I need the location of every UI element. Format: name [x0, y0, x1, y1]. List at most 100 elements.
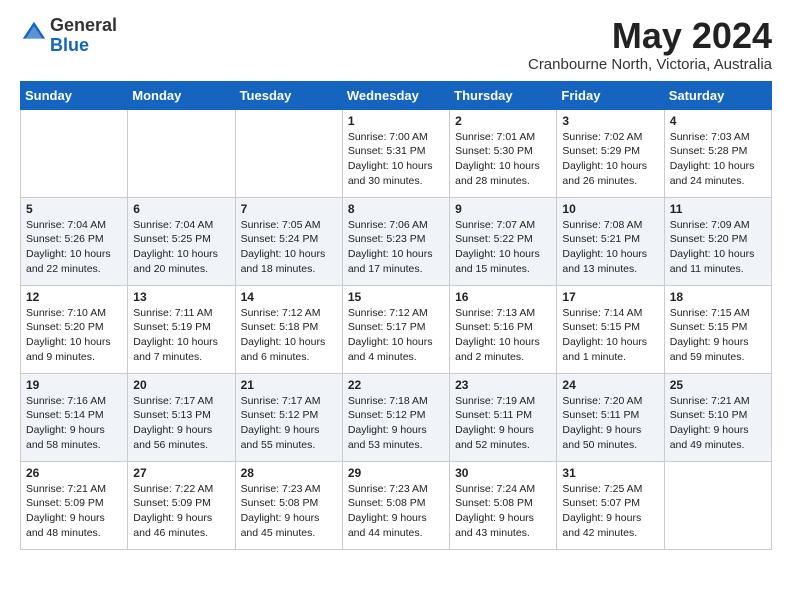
- day-number: 24: [562, 378, 658, 392]
- calendar-cell: 22 Sunrise: 7:18 AMSunset: 5:12 PMDayligh…: [342, 373, 449, 461]
- day-number: 2: [455, 114, 551, 128]
- day-info: Sunrise: 7:12 AMSunset: 5:18 PMDaylight:…: [241, 306, 337, 365]
- weekday-header-wednesday: Wednesday: [342, 81, 449, 109]
- day-info: Sunrise: 7:03 AMSunset: 5:28 PMDaylight:…: [670, 130, 766, 189]
- logo-text: General Blue: [50, 16, 117, 56]
- calendar-cell: 19Sunrise: 7:16 AMSunset: 5:14 PMDayligh…: [21, 373, 128, 461]
- day-number: 4: [670, 114, 766, 128]
- day-number: 9: [455, 202, 551, 216]
- day-info: Sunrise: 7:09 AMSunset: 5:20 PMDaylight:…: [670, 218, 766, 277]
- calendar-cell: 31 Sunrise: 7:25 AMSunset: 5:07 PMDayligh…: [557, 461, 664, 549]
- week-row-1: 1 Sunrise: 7:00 AMSunset: 5:31 PMDaylight…: [21, 109, 772, 197]
- calendar-cell: [664, 461, 771, 549]
- day-number: 10: [562, 202, 658, 216]
- calendar-cell: 8Sunrise: 7:06 AMSunset: 5:23 PMDaylight…: [342, 197, 449, 285]
- day-number: 12: [26, 290, 122, 304]
- calendar-cell: 23 Sunrise: 7:19 AMSunset: 5:11 PMDayligh…: [450, 373, 557, 461]
- calendar-cell: 14 Sunrise: 7:12 AMSunset: 5:18 PMDayligh…: [235, 285, 342, 373]
- day-number: 13: [133, 290, 229, 304]
- weekday-header-monday: Monday: [128, 81, 235, 109]
- weekday-header-saturday: Saturday: [664, 81, 771, 109]
- day-info: Sunrise: 7:05 AMSunset: 5:24 PMDaylight:…: [241, 218, 337, 277]
- logo-icon: [20, 19, 48, 47]
- day-info: Sunrise: 7:16 AMSunset: 5:14 PMDaylight:…: [26, 394, 122, 453]
- day-number: 31: [562, 466, 658, 480]
- day-number: 11: [670, 202, 766, 216]
- day-number: 22: [348, 378, 444, 392]
- day-number: 29: [348, 466, 444, 480]
- calendar-cell: [235, 109, 342, 197]
- calendar-cell: 16Sunrise: 7:13 AMSunset: 5:16 PMDayligh…: [450, 285, 557, 373]
- weekday-header-row: SundayMondayTuesdayWednesdayThursdayFrid…: [21, 81, 772, 109]
- title-block: May 2024 Cranbourne North, Victoria, Aus…: [528, 16, 772, 73]
- day-info: Sunrise: 7:01 AMSunset: 5:30 PMDaylight:…: [455, 130, 551, 189]
- logo: General Blue: [20, 16, 117, 56]
- day-info: Sunrise: 7:08 AMSunset: 5:21 PMDaylight:…: [562, 218, 658, 277]
- calendar-cell: 3 Sunrise: 7:02 AMSunset: 5:29 PMDaylight…: [557, 109, 664, 197]
- day-info: Sunrise: 7:23 AMSunset: 5:08 PMDaylight:…: [348, 482, 444, 541]
- day-info: Sunrise: 7:23 AMSunset: 5:08 PMDaylight:…: [241, 482, 337, 541]
- day-info: Sunrise: 7:17 AMSunset: 5:12 PMDaylight:…: [241, 394, 337, 453]
- calendar-cell: 4 Sunrise: 7:03 AMSunset: 5:28 PMDaylight…: [664, 109, 771, 197]
- day-info: Sunrise: 7:07 AMSunset: 5:22 PMDaylight:…: [455, 218, 551, 277]
- day-info: Sunrise: 7:25 AMSunset: 5:07 PMDaylight:…: [562, 482, 658, 541]
- calendar-cell: 10 Sunrise: 7:08 AMSunset: 5:21 PMDayligh…: [557, 197, 664, 285]
- week-row-2: 5Sunrise: 7:04 AMSunset: 5:26 PMDaylight…: [21, 197, 772, 285]
- week-row-5: 26 Sunrise: 7:21 AMSunset: 5:09 PMDayligh…: [21, 461, 772, 549]
- day-info: Sunrise: 7:12 AMSunset: 5:17 PMDaylight:…: [348, 306, 444, 365]
- day-info: Sunrise: 7:04 AMSunset: 5:25 PMDaylight:…: [133, 218, 229, 277]
- calendar-cell: 17Sunrise: 7:14 AMSunset: 5:15 PMDayligh…: [557, 285, 664, 373]
- calendar-cell: 9 Sunrise: 7:07 AMSunset: 5:22 PMDaylight…: [450, 197, 557, 285]
- day-number: 15: [348, 290, 444, 304]
- day-info: Sunrise: 7:18 AMSunset: 5:12 PMDaylight:…: [348, 394, 444, 453]
- day-info: Sunrise: 7:19 AMSunset: 5:11 PMDaylight:…: [455, 394, 551, 453]
- day-number: 16: [455, 290, 551, 304]
- day-info: Sunrise: 7:14 AMSunset: 5:15 PMDaylight:…: [562, 306, 658, 365]
- day-info: Sunrise: 7:02 AMSunset: 5:29 PMDaylight:…: [562, 130, 658, 189]
- weekday-header-friday: Friday: [557, 81, 664, 109]
- weekday-header-thursday: Thursday: [450, 81, 557, 109]
- day-number: 1: [348, 114, 444, 128]
- day-info: Sunrise: 7:00 AMSunset: 5:31 PMDaylight:…: [348, 130, 444, 189]
- calendar-cell: 1 Sunrise: 7:00 AMSunset: 5:31 PMDaylight…: [342, 109, 449, 197]
- day-info: Sunrise: 7:06 AMSunset: 5:23 PMDaylight:…: [348, 218, 444, 277]
- calendar-cell: 2 Sunrise: 7:01 AMSunset: 5:30 PMDaylight…: [450, 109, 557, 197]
- day-number: 30: [455, 466, 551, 480]
- calendar-table: SundayMondayTuesdayWednesdayThursdayFrid…: [20, 81, 772, 550]
- day-number: 26: [26, 466, 122, 480]
- calendar-cell: 25Sunrise: 7:21 AMSunset: 5:10 PMDayligh…: [664, 373, 771, 461]
- calendar-cell: 7 Sunrise: 7:05 AMSunset: 5:24 PMDaylight…: [235, 197, 342, 285]
- calendar-cell: 20Sunrise: 7:17 AMSunset: 5:13 PMDayligh…: [128, 373, 235, 461]
- page-header: General Blue May 2024 Cranbourne North, …: [20, 16, 772, 73]
- day-number: 23: [455, 378, 551, 392]
- day-info: Sunrise: 7:17 AMSunset: 5:13 PMDaylight:…: [133, 394, 229, 453]
- day-number: 18: [670, 290, 766, 304]
- day-number: 7: [241, 202, 337, 216]
- day-info: Sunrise: 7:22 AMSunset: 5:09 PMDaylight:…: [133, 482, 229, 541]
- calendar-cell: [21, 109, 128, 197]
- day-info: Sunrise: 7:11 AMSunset: 5:19 PMDaylight:…: [133, 306, 229, 365]
- calendar-cell: 5Sunrise: 7:04 AMSunset: 5:26 PMDaylight…: [21, 197, 128, 285]
- day-number: 3: [562, 114, 658, 128]
- calendar-cell: 27Sunrise: 7:22 AMSunset: 5:09 PMDayligh…: [128, 461, 235, 549]
- calendar-cell: [128, 109, 235, 197]
- calendar-cell: 12Sunrise: 7:10 AMSunset: 5:20 PMDayligh…: [21, 285, 128, 373]
- day-info: Sunrise: 7:15 AMSunset: 5:15 PMDaylight:…: [670, 306, 766, 365]
- week-row-3: 12Sunrise: 7:10 AMSunset: 5:20 PMDayligh…: [21, 285, 772, 373]
- day-info: Sunrise: 7:20 AMSunset: 5:11 PMDaylight:…: [562, 394, 658, 453]
- day-number: 14: [241, 290, 337, 304]
- day-info: Sunrise: 7:04 AMSunset: 5:26 PMDaylight:…: [26, 218, 122, 277]
- calendar-cell: 24 Sunrise: 7:20 AMSunset: 5:11 PMDayligh…: [557, 373, 664, 461]
- day-info: Sunrise: 7:24 AMSunset: 5:08 PMDaylight:…: [455, 482, 551, 541]
- weekday-header-sunday: Sunday: [21, 81, 128, 109]
- calendar-cell: 28Sunrise: 7:23 AMSunset: 5:08 PMDayligh…: [235, 461, 342, 549]
- month-title: May 2024: [528, 16, 772, 56]
- day-number: 21: [241, 378, 337, 392]
- calendar-cell: 11 Sunrise: 7:09 AMSunset: 5:20 PMDayligh…: [664, 197, 771, 285]
- day-info: Sunrise: 7:21 AMSunset: 5:09 PMDaylight:…: [26, 482, 122, 541]
- week-row-4: 19Sunrise: 7:16 AMSunset: 5:14 PMDayligh…: [21, 373, 772, 461]
- calendar-cell: 29 Sunrise: 7:23 AMSunset: 5:08 PMDayligh…: [342, 461, 449, 549]
- day-number: 25: [670, 378, 766, 392]
- calendar-cell: 21 Sunrise: 7:17 AMSunset: 5:12 PMDayligh…: [235, 373, 342, 461]
- calendar-cell: 13 Sunrise: 7:11 AMSunset: 5:19 PMDayligh…: [128, 285, 235, 373]
